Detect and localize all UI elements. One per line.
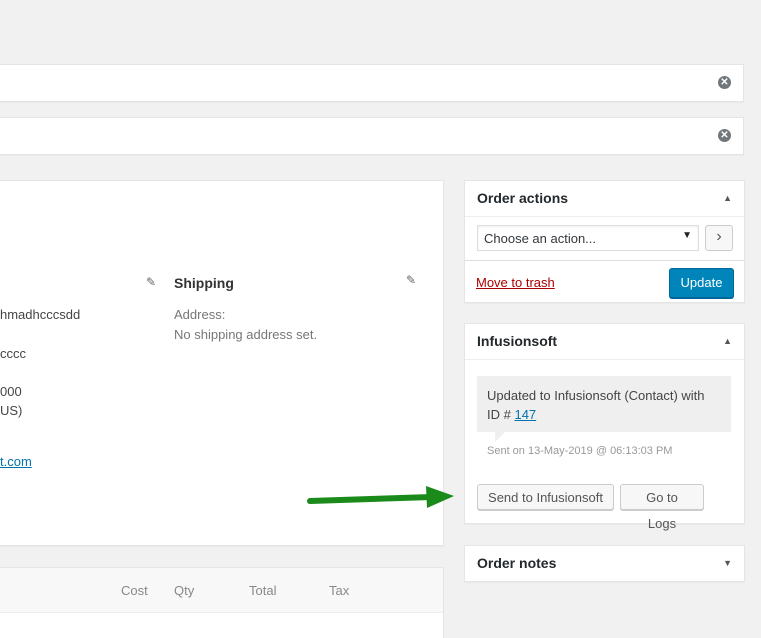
order-notes-box: Order notes ▼ [464, 545, 745, 582]
billing-email-link[interactable]: t.com [0, 454, 32, 469]
go-to-logs-button[interactable]: Go to Logs [620, 484, 704, 531]
infusionsoft-note: Updated to Infusionsoft (Contact) with I… [477, 376, 731, 432]
send-label: Send to Infusionsoft [488, 490, 603, 505]
order-actions-box: Order actions ▲ Choose an action... ▼ › … [464, 180, 745, 303]
update-label: Update [680, 275, 723, 290]
shipping-title: Shipping [174, 275, 234, 291]
contact-id-link[interactable]: 147 [514, 407, 536, 422]
action-select[interactable]: Choose an action... ▼ [477, 225, 699, 251]
order-actions-title: Order actions [477, 190, 569, 206]
dismiss-icon[interactable]: ✕ [718, 76, 731, 89]
collapse-down-icon[interactable]: ▼ [723, 546, 732, 581]
sent-meta: Sent on 13-May-2019 @ 06:13:03 PM [487, 445, 673, 457]
edit-shipping-icon[interactable]: ✎ [406, 273, 416, 287]
chevron-right-icon: › [716, 228, 722, 245]
infusionsoft-title: Infusionsoft [477, 333, 558, 349]
admin-notice-2: ✕ [0, 117, 744, 155]
order-notes-title: Order notes [477, 555, 557, 571]
billing-phone-fragment: 000 [0, 384, 22, 399]
column-tax: Tax [329, 583, 350, 598]
edit-billing-icon[interactable]: ✎ [146, 275, 156, 289]
shipping-address-value: No shipping address set. [174, 327, 318, 342]
order-notes-header[interactable]: Order notes ▼ [465, 546, 744, 581]
order-items-panel [0, 567, 444, 638]
infusionsoft-header[interactable]: Infusionsoft ▲ [465, 324, 744, 359]
collapse-up-icon[interactable]: ▲ [723, 324, 732, 359]
billing-name-fragment: hmadhcccsdd [0, 307, 81, 322]
order-actions-header[interactable]: Order actions ▲ [465, 181, 744, 216]
action-go-button[interactable]: › [705, 225, 733, 251]
order-data-panel: ✎ Shipping ✎ hmadhcccsdd cccc 000 US) t.… [0, 180, 444, 546]
column-qty: Qty [174, 583, 195, 598]
note-pointer [495, 432, 505, 442]
logs-label: Go to Logs [646, 490, 678, 531]
billing-country-fragment: US) [0, 403, 23, 418]
column-total: Total [249, 583, 277, 598]
send-to-infusionsoft-button[interactable]: Send to Infusionsoft [477, 484, 614, 510]
dismiss-icon[interactable]: ✕ [718, 129, 731, 142]
billing-company-fragment: cccc [0, 346, 26, 361]
shipping-address-label: Address: [174, 307, 226, 322]
column-cost: Cost [121, 583, 148, 598]
infusionsoft-box: Infusionsoft ▲ Updated to Infusionsoft (… [464, 323, 745, 531]
collapse-up-icon[interactable]: ▲ [723, 181, 732, 216]
action-select-value: Choose an action... [484, 231, 597, 246]
chevron-down-icon: ▼ [682, 230, 692, 241]
items-table-header [0, 568, 443, 613]
admin-notice-1: ✕ [0, 64, 744, 102]
update-button[interactable]: Update [669, 268, 734, 298]
move-to-trash-link[interactable]: Move to trash [476, 275, 555, 290]
